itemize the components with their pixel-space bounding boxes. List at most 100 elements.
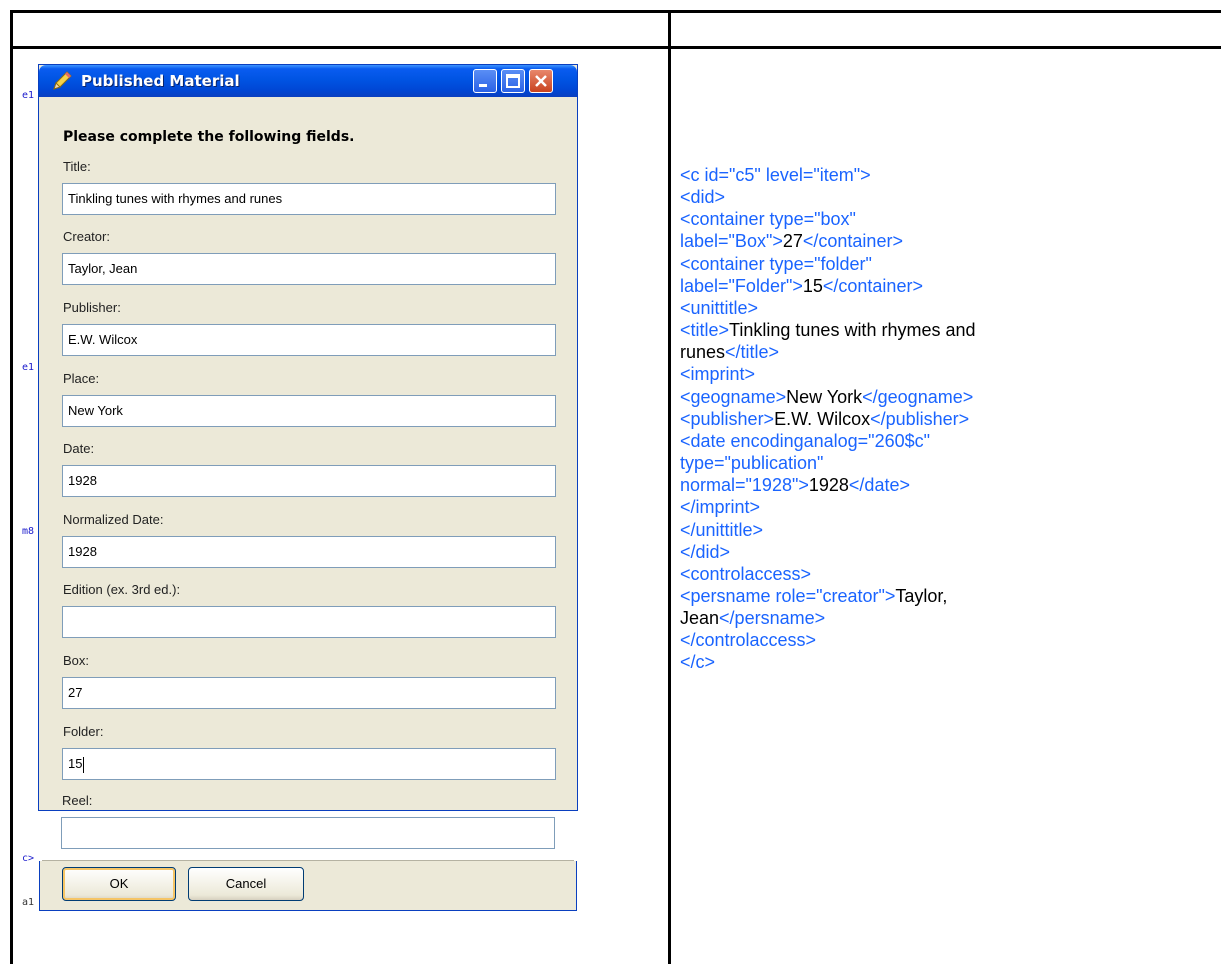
- code-tag: </imprint>: [680, 497, 761, 518]
- background-fragment: e1: [22, 90, 35, 101]
- background-fragment: c>: [22, 853, 35, 864]
- code-value: New York: [786, 386, 863, 407]
- background-fragment: a1: [22, 897, 35, 908]
- code-tag: <title>: [680, 320, 730, 341]
- code-tag: </controlaccess>: [680, 630, 817, 651]
- code-tag: <geogname>: [680, 386, 787, 407]
- code-line: label="Box">27</container>: [680, 230, 1200, 252]
- code-tag: </geogname>: [862, 386, 974, 407]
- pencil-icon: [51, 70, 73, 92]
- code-tag: <date encodinganalog="260$c": [680, 430, 930, 451]
- table-left-border: [10, 10, 13, 964]
- code-line: <imprint>: [680, 363, 1200, 385]
- code-tag: label="Folder">: [680, 275, 803, 296]
- ok-button[interactable]: OK: [62, 867, 176, 901]
- field-label: Box:: [63, 653, 90, 668]
- normalized-date-input[interactable]: 1928: [62, 536, 556, 568]
- minimize-button[interactable]: [473, 69, 497, 93]
- code-tag: </did>: [680, 541, 731, 562]
- code-line: normal="1928">1928</date>: [680, 474, 1200, 496]
- code-line: label="Folder">15</container>: [680, 275, 1200, 297]
- ead-xml-code: <c id="c5" level="item"> <did> <container …: [680, 164, 1200, 674]
- field-label: Edition (ex. 3rd ed.):: [63, 582, 181, 597]
- dialog-instruction: Please complete the following fields.: [63, 129, 355, 145]
- code-tag: <unittitle>: [680, 297, 759, 318]
- field-label: Publisher:: [63, 300, 121, 315]
- code-value: 1928: [808, 475, 849, 496]
- code-line: <persname role="creator">Taylor,: [680, 585, 1200, 607]
- code-tag: normal="1928">: [680, 475, 809, 496]
- minimize-icon: [479, 84, 487, 87]
- published-material-dialog: Published Material Please complete the f…: [38, 64, 578, 811]
- creator-input[interactable]: Taylor, Jean: [62, 253, 556, 285]
- code-value: 15: [802, 275, 823, 296]
- code-line: </unittitle>: [680, 519, 1200, 541]
- field-label: Place:: [63, 371, 100, 386]
- background-fragment: e1: [22, 362, 35, 373]
- code-tag: <did>: [680, 187, 726, 208]
- code-value: E.W. Wilcox: [774, 408, 871, 429]
- code-tag: type="publication": [680, 453, 824, 474]
- cancel-button[interactable]: Cancel: [188, 867, 304, 901]
- code-line: <geogname>New York</geogname>: [680, 386, 1200, 408]
- code-line: </controlaccess>: [680, 629, 1200, 651]
- code-tag: </persname>: [719, 608, 826, 629]
- code-tag: <controlaccess>: [680, 563, 812, 584]
- field-label: Creator:: [63, 229, 110, 244]
- code-tag: </unittitle>: [680, 519, 764, 540]
- box-input[interactable]: 27: [62, 677, 556, 709]
- code-line: Jean</persname>: [680, 607, 1200, 629]
- field-label: Reel:: [62, 793, 93, 808]
- code-tag: </publisher>: [870, 408, 970, 429]
- place-input[interactable]: New York: [62, 395, 556, 427]
- code-tag: label="Box">: [680, 231, 783, 252]
- folder-input-value: 15: [68, 756, 83, 771]
- code-tag: </title>: [725, 342, 780, 363]
- publisher-input[interactable]: E.W. Wilcox: [62, 324, 556, 356]
- code-tag: </c>: [680, 652, 716, 673]
- code-line: runes</title>: [680, 341, 1200, 363]
- code-line: <c id="c5" level="item">: [680, 164, 1200, 186]
- code-tag: <container type="box": [680, 209, 856, 230]
- code-line: </did>: [680, 541, 1200, 563]
- code-value: Tinkling tunes with rhymes and: [729, 320, 976, 341]
- maximize-icon: [506, 74, 520, 88]
- field-label: Normalized Date:: [63, 512, 164, 527]
- code-tag: <c id="c5" level="item">: [680, 165, 871, 185]
- code-line: <controlaccess>: [680, 563, 1200, 585]
- code-tag: <publisher>: [680, 408, 775, 429]
- text-caret: [83, 756, 85, 773]
- table-column-divider: [668, 10, 671, 964]
- title-input[interactable]: Tinkling tunes with rhymes and runes: [62, 183, 556, 215]
- table-top-border: [10, 10, 1221, 13]
- field-label: Date:: [63, 441, 95, 456]
- code-line: <publisher>E.W. Wilcox</publisher>: [680, 408, 1200, 430]
- code-value: Jean: [680, 608, 720, 629]
- dialog-title: Published Material: [81, 72, 240, 90]
- field-label: Title:: [63, 159, 91, 174]
- code-line: </c>: [680, 651, 1200, 673]
- code-line: <unittitle>: [680, 297, 1200, 319]
- close-button[interactable]: [529, 69, 553, 93]
- reel-input[interactable]: [61, 817, 555, 849]
- code-tag: </container>: [802, 231, 903, 252]
- code-line: <did>: [680, 186, 1200, 208]
- table-header-divider: [10, 46, 1221, 49]
- code-tag: </date>: [848, 475, 910, 496]
- code-value: runes: [680, 342, 726, 363]
- background-fragment: m8: [22, 526, 35, 537]
- code-line: <container type="folder": [680, 253, 1200, 275]
- code-line: <title>Tinkling tunes with rhymes and: [680, 319, 1200, 341]
- code-tag: <persname role="creator">: [680, 585, 896, 606]
- code-value: Taylor,: [895, 585, 948, 606]
- maximize-button[interactable]: [501, 69, 525, 93]
- edition-input[interactable]: [62, 606, 556, 638]
- folder-input[interactable]: 15: [62, 748, 556, 780]
- date-input[interactable]: 1928: [62, 465, 556, 497]
- code-tag: <container type="folder": [680, 253, 872, 274]
- close-icon: [535, 75, 547, 87]
- code-line: </imprint>: [680, 496, 1200, 518]
- code-line: <date encodinganalog="260$c": [680, 430, 1200, 452]
- dialog-titlebar[interactable]: Published Material: [39, 65, 577, 97]
- code-line: type="publication": [680, 452, 1200, 474]
